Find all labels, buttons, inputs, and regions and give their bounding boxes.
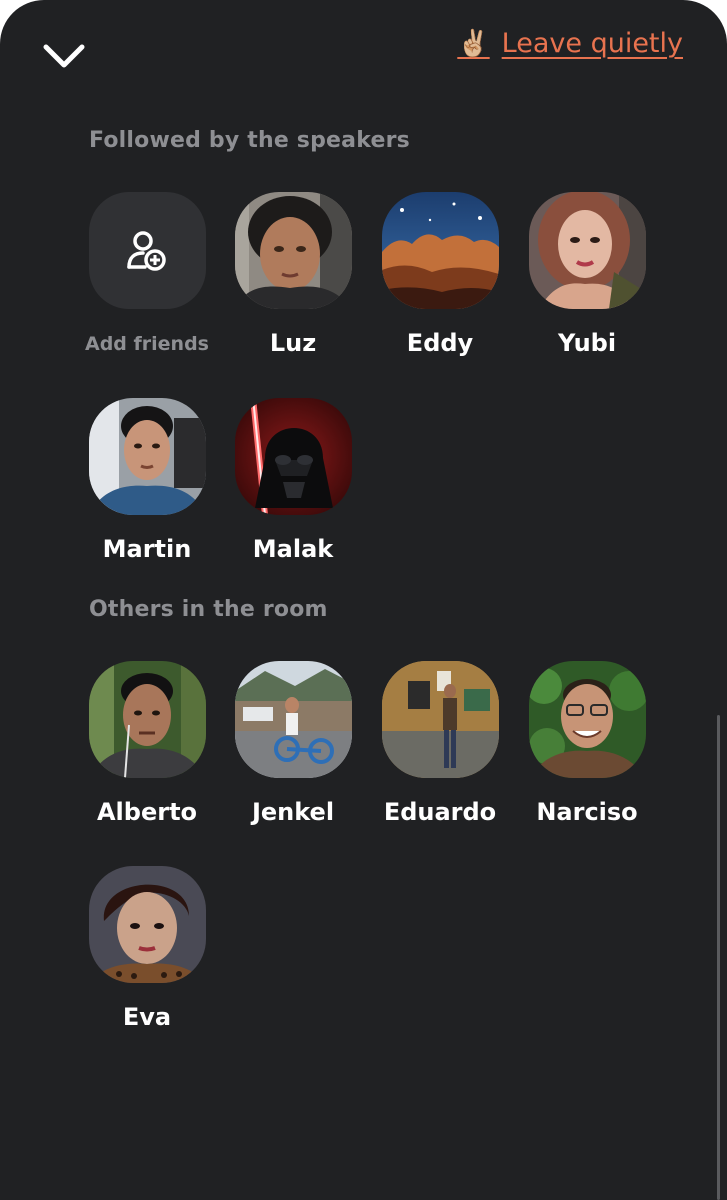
victory-hand-icon: ✌🏼 [457, 28, 490, 59]
avatar[interactable] [528, 192, 646, 309]
member-tile[interactable]: Malak [223, 398, 363, 563]
member-name: Eddy [406, 329, 474, 357]
collapse-button[interactable] [36, 32, 92, 80]
add-friends-tile[interactable] [88, 192, 206, 309]
member-tile[interactable]: Yubi [517, 192, 657, 357]
avatar[interactable] [234, 661, 352, 778]
add-friends-label: Add friends [85, 333, 209, 355]
avatar[interactable] [528, 661, 646, 778]
member-tile[interactable]: Eduardo [370, 661, 510, 826]
avatar[interactable] [88, 661, 206, 778]
add-friends-button[interactable]: Add friends [77, 192, 217, 355]
member-tile[interactable]: Luz [223, 192, 363, 357]
member-tile[interactable]: Eva [77, 866, 217, 1031]
scrollbar[interactable] [717, 715, 720, 1200]
member-tile[interactable]: Jenkel [223, 661, 363, 826]
member-name: Malak [252, 535, 334, 563]
member-name: Alberto [96, 798, 198, 826]
top-bar: ✌🏼 Leave quietly [0, 0, 727, 110]
avatar[interactable] [88, 398, 206, 515]
member-name: Jenkel [251, 798, 335, 826]
member-tile[interactable]: Narciso [517, 661, 657, 826]
member-name: Narciso [536, 798, 638, 826]
member-name: Yubi [557, 329, 617, 357]
member-name: Eduardo [383, 798, 497, 826]
member-name: Luz [269, 329, 317, 357]
member-tile[interactable]: Martin [77, 398, 217, 563]
add-person-icon [127, 230, 166, 271]
section-title-others: Others in the room [89, 597, 328, 622]
avatar[interactable] [381, 192, 499, 309]
section-title-followed: Followed by the speakers [89, 128, 410, 153]
avatar[interactable] [234, 398, 352, 515]
member-name: Martin [102, 535, 192, 563]
member-tile[interactable]: Eddy [370, 192, 510, 357]
avatar[interactable] [381, 661, 499, 778]
member-tile[interactable]: Alberto [77, 661, 217, 826]
room-members-panel: ✌🏼 Leave quietly Followed by the speaker… [0, 0, 727, 1200]
avatar[interactable] [234, 192, 352, 309]
chevron-down-icon [43, 44, 85, 68]
leave-quietly-label: Leave quietly [501, 28, 683, 59]
avatar[interactable] [88, 866, 206, 983]
leave-quietly-button[interactable]: ✌🏼 Leave quietly [457, 28, 683, 59]
member-name: Eva [122, 1003, 172, 1031]
